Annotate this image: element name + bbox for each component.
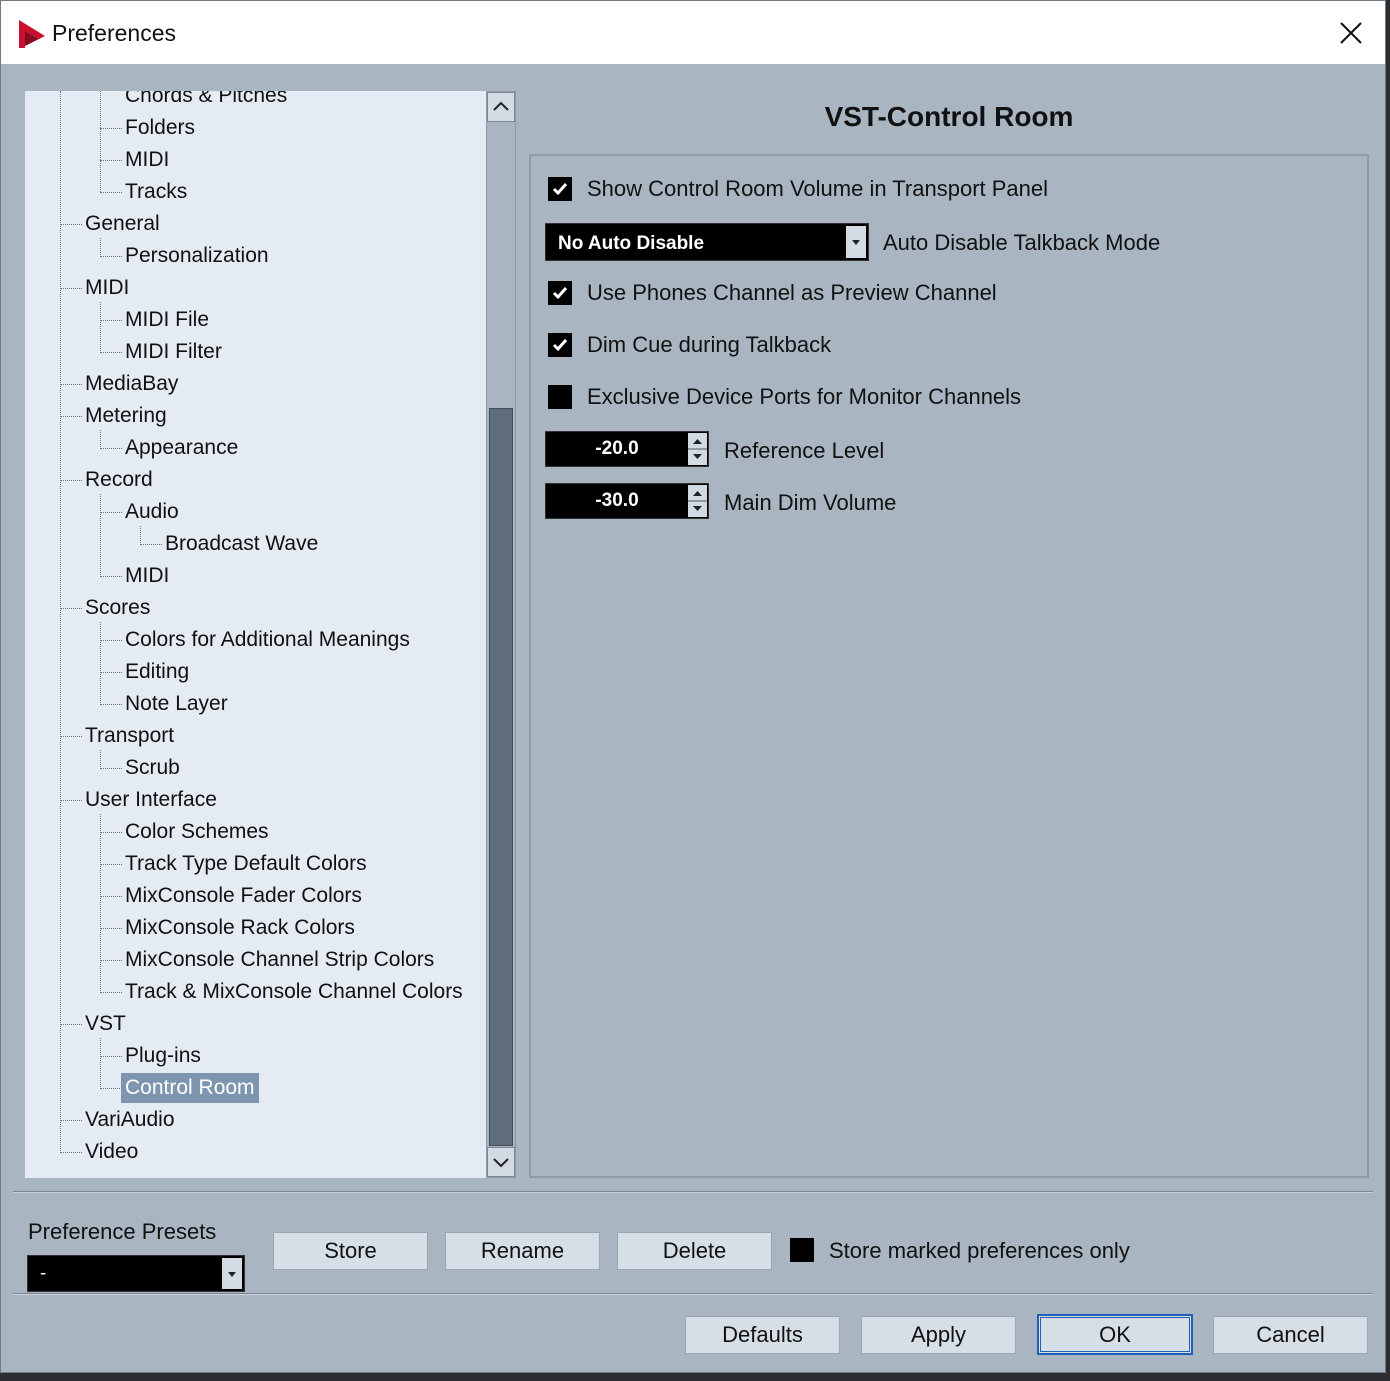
store-marked-only-checkbox[interactable] [790, 1238, 814, 1262]
preferences-tree: Chords & Pitches Folders MIDI Tracks Gen… [25, 91, 486, 1178]
tree-item-record[interactable]: Record [81, 466, 157, 494]
phones-preview-label: Use Phones Channel as Preview Channel [587, 280, 997, 305]
show-volume-label: Show Control Room Volume in Transport Pa… [587, 176, 1049, 201]
tree-item-chords-pitches[interactable]: Chords & Pitches [121, 91, 291, 110]
exclusive-ports-label: Exclusive Device Ports for Monitor Chann… [587, 384, 1022, 409]
tree-item-mixconsole-fader-colors[interactable]: MixConsole Fader Colors [121, 882, 366, 910]
tree-item-control-room[interactable]: Control Room [121, 1073, 259, 1103]
tree-item-note-layer[interactable]: Note Layer [121, 690, 232, 718]
title-bar: Preferences [1, 1, 1385, 64]
divider [13, 1191, 1373, 1193]
tree-item-editing[interactable]: Editing [121, 658, 193, 686]
chevron-down-icon [493, 1158, 509, 1168]
close-icon[interactable] [1329, 11, 1373, 55]
tree-item-mediabay[interactable]: MediaBay [81, 370, 182, 398]
scroll-down-button[interactable] [487, 1147, 515, 1177]
tree-item-vst[interactable]: VST [81, 1010, 130, 1038]
dropdown-button[interactable] [846, 226, 866, 258]
phones-preview-checkbox[interactable] [548, 281, 572, 305]
panel-title: VST-Control Room [824, 101, 1074, 132]
tree-item-track-type-default-colors[interactable]: Track Type Default Colors [121, 850, 371, 878]
divider [13, 1293, 1373, 1295]
chevron-up-icon [493, 101, 509, 111]
dim-cue-label: Dim Cue during Talkback [587, 332, 832, 357]
preferences-window: Preferences Chords & Pitches Folders MID… [0, 0, 1386, 1373]
main-dim-volume-stepper[interactable] [688, 485, 707, 517]
checkmark-icon [552, 183, 568, 196]
ok-button[interactable]: OK [1037, 1314, 1193, 1355]
tree-item-plug-ins[interactable]: Plug-ins [121, 1042, 205, 1070]
checkmark-icon [552, 339, 568, 352]
reference-level-value: -20.0 [595, 438, 639, 459]
spin-arrows-icon [688, 439, 707, 459]
show-volume-checkbox[interactable] [548, 177, 572, 201]
dropdown-button[interactable] [222, 1258, 242, 1289]
reference-level-field[interactable]: -20.0 [545, 431, 709, 467]
main-dim-volume-field[interactable]: -30.0 [545, 483, 709, 519]
tree-item-record-midi[interactable]: MIDI [121, 562, 173, 590]
tree-item-appearance[interactable]: Appearance [121, 434, 242, 462]
delete-button[interactable]: Delete [617, 1232, 772, 1270]
window-title: Preferences [52, 20, 177, 46]
tree-item-midi[interactable]: MIDI [81, 274, 133, 302]
store-button[interactable]: Store [273, 1232, 428, 1270]
dim-cue-checkbox[interactable] [548, 333, 572, 357]
tree-item-transport[interactable]: Transport [81, 722, 178, 750]
preference-presets-label: Preference Presets [28, 1219, 217, 1244]
preference-presets-value: - [40, 1263, 47, 1284]
checkmark-icon [552, 287, 568, 300]
reference-level-label: Reference Level [724, 438, 885, 463]
tree-item-mixconsole-rack-colors[interactable]: MixConsole Rack Colors [121, 914, 359, 942]
tree-item-midi-file[interactable]: MIDI File [121, 306, 213, 334]
talkback-mode-label: Auto Disable Talkback Mode [883, 230, 1161, 255]
exclusive-ports-checkbox[interactable] [548, 385, 572, 409]
settings-group [529, 154, 1369, 1178]
tree-item-general[interactable]: General [81, 210, 164, 238]
main-dim-volume-label: Main Dim Volume [724, 490, 897, 515]
tree-item-editors-midi[interactable]: MIDI [121, 146, 173, 174]
tree-item-tracks[interactable]: Tracks [121, 178, 191, 206]
rename-button[interactable]: Rename [445, 1232, 600, 1270]
apply-button[interactable]: Apply [861, 1316, 1016, 1354]
tree-item-folders[interactable]: Folders [121, 114, 199, 142]
tree-item-personalization[interactable]: Personalization [121, 242, 273, 270]
triangle-down-icon [852, 240, 860, 245]
tree-item-broadcast-wave[interactable]: Broadcast Wave [161, 530, 322, 558]
tree-item-video[interactable]: Video [81, 1138, 142, 1166]
tree-item-metering[interactable]: Metering [81, 402, 171, 430]
main-dim-volume-value: -30.0 [595, 490, 639, 511]
tree-item-color-schemes[interactable]: Color Schemes [121, 818, 273, 846]
store-marked-only-label: Store marked preferences only [829, 1238, 1130, 1263]
cancel-button[interactable]: Cancel [1213, 1316, 1368, 1354]
tree-item-mixconsole-channel-strip-colors[interactable]: MixConsole Channel Strip Colors [121, 946, 438, 974]
tree-item-record-audio[interactable]: Audio [121, 498, 183, 526]
tree-scrollbar[interactable] [486, 91, 516, 1178]
tree-item-midi-filter[interactable]: MIDI Filter [121, 338, 226, 366]
defaults-button[interactable]: Defaults [685, 1316, 840, 1354]
reference-level-stepper[interactable] [688, 433, 707, 465]
tree-item-scrub[interactable]: Scrub [121, 754, 184, 782]
spin-arrows-icon [688, 491, 707, 511]
app-logo-icon [19, 20, 45, 48]
tree-item-colors-additional-meanings[interactable]: Colors for Additional Meanings [121, 626, 414, 654]
scroll-up-button[interactable] [487, 92, 515, 122]
preference-presets-dropdown[interactable]: - [27, 1255, 245, 1292]
tree-item-scores[interactable]: Scores [81, 594, 154, 622]
talkback-mode-dropdown[interactable]: No Auto Disable [545, 223, 869, 261]
tree-item-track-mixconsole-channel-colors[interactable]: Track & MixConsole Channel Colors [121, 978, 467, 1006]
triangle-down-icon [228, 1272, 236, 1277]
tree-item-variaudio[interactable]: VariAudio [81, 1106, 179, 1134]
talkback-mode-value: No Auto Disable [558, 233, 705, 254]
scroll-thumb[interactable] [489, 408, 513, 1146]
tree-item-user-interface[interactable]: User Interface [81, 786, 221, 814]
